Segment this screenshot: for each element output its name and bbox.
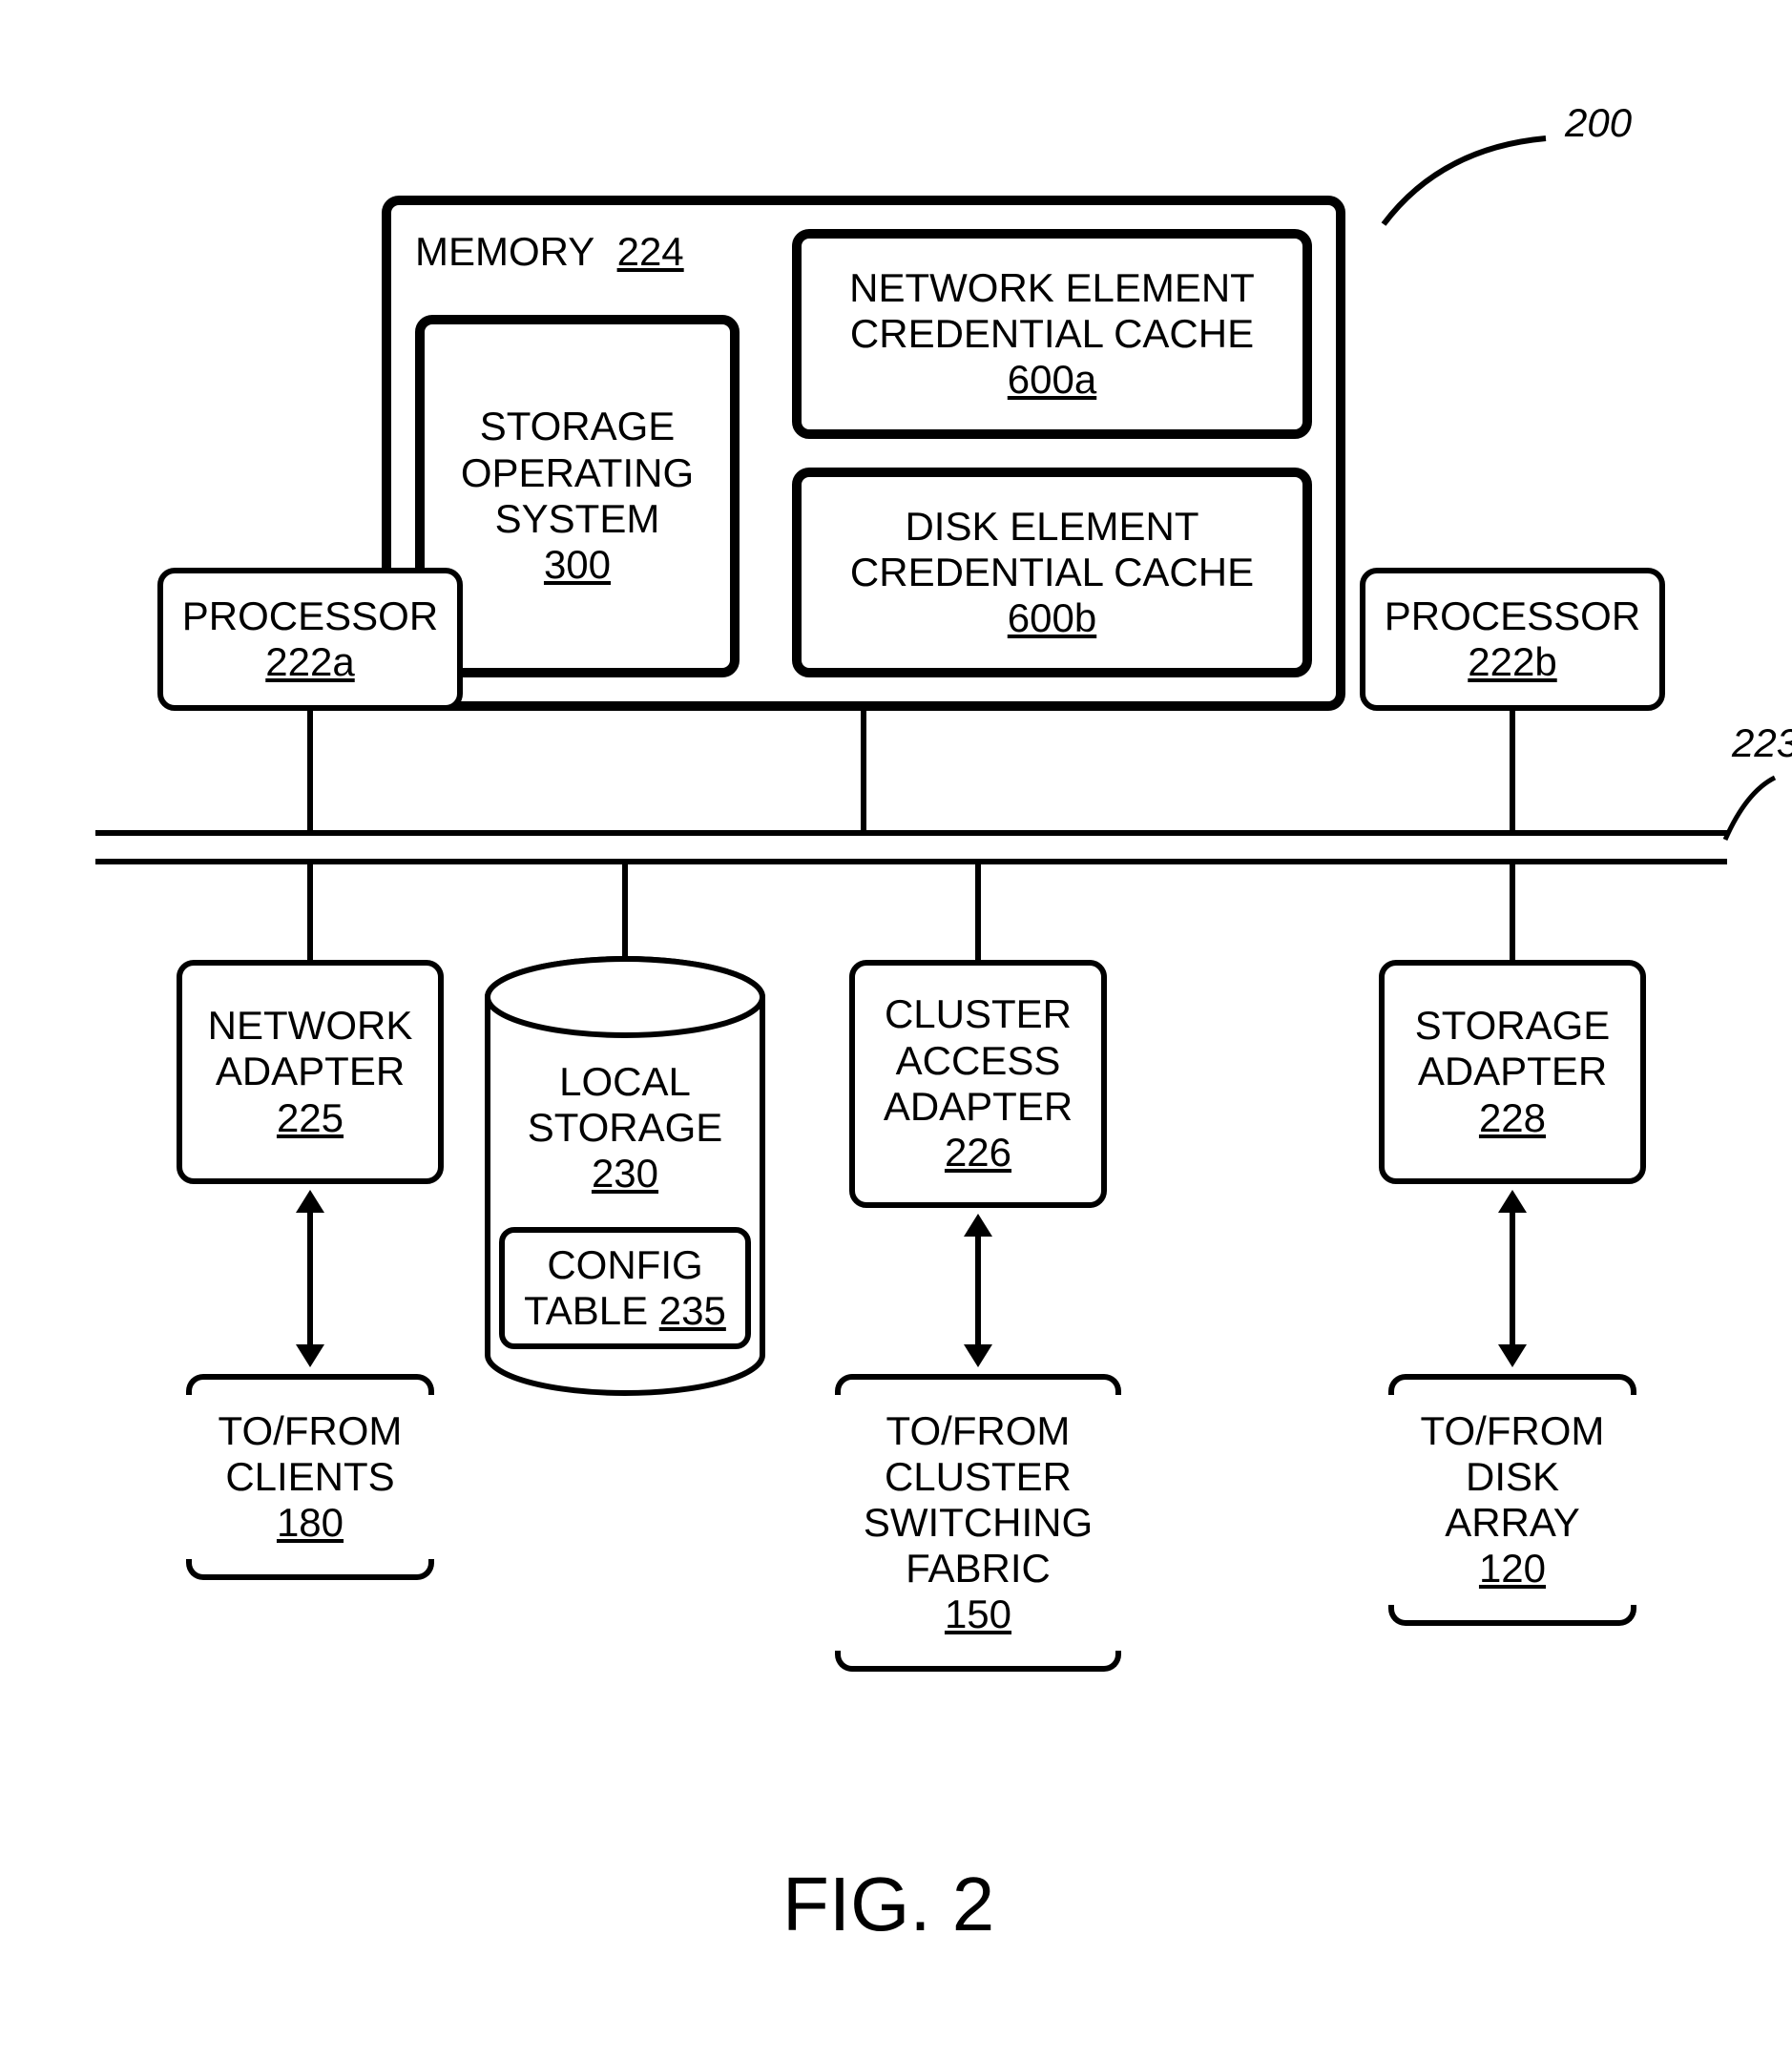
bus-line-top xyxy=(95,830,1727,836)
sos-l2: OPERATING xyxy=(461,450,694,496)
ls-ref: 230 xyxy=(592,1151,658,1196)
stub-storage xyxy=(1510,864,1515,960)
proc-b-ref: 222b xyxy=(1468,639,1556,685)
network-adapter-box: NETWORK ADAPTER 225 xyxy=(177,960,444,1184)
ref-200: 200 xyxy=(1565,100,1632,146)
proc-b-label: PROCESSOR xyxy=(1385,593,1640,639)
storage-adapter-box: STORAGE ADAPTER 228 xyxy=(1379,960,1646,1184)
ext-clients-l1: TO/FROM xyxy=(186,1408,434,1454)
stub-cluster xyxy=(975,864,981,960)
local-storage-cylinder: LOCAL STORAGE 230 CONFIG TABLE 235 xyxy=(482,954,768,1403)
stad-l1: STORAGE xyxy=(1415,1003,1611,1049)
clad-l1: CLUSTER xyxy=(885,991,1072,1037)
cfg-ref: 235 xyxy=(659,1288,726,1333)
arrow-cluster xyxy=(954,1212,1002,1369)
processor-a-box: PROCESSOR 222a xyxy=(157,568,463,711)
ext-fabric-l4: FABRIC xyxy=(835,1546,1121,1592)
ext-fabric-group: TO/FROM CLUSTER SWITCHING FABRIC 150 xyxy=(835,1374,1121,1672)
bus-ref-leader xyxy=(1718,763,1792,854)
storage-os-box: STORAGE OPERATING SYSTEM 300 xyxy=(415,315,740,677)
ext-disk-l2: DISK xyxy=(1388,1454,1636,1500)
netad-l1: NETWORK xyxy=(208,1003,413,1049)
processor-b-box: PROCESSOR 222b xyxy=(1360,568,1665,711)
memory-title-text: MEMORY xyxy=(415,229,594,274)
ls-l1: LOCAL xyxy=(559,1059,691,1105)
proc-a-ref: 222a xyxy=(265,639,354,685)
stub-local xyxy=(622,864,628,960)
arrow-network xyxy=(286,1188,334,1369)
ncache-ref: 600a xyxy=(1008,357,1096,403)
clad-ref: 226 xyxy=(945,1130,1011,1176)
ext-disk-ref: 120 xyxy=(1388,1546,1636,1592)
disk-cache-box: DISK ELEMENT CREDENTIAL CACHE 600b xyxy=(792,468,1312,677)
sos-ref: 300 xyxy=(544,542,611,588)
bus-line-bot xyxy=(95,859,1727,864)
ext-fabric-l3: SWITCHING xyxy=(835,1500,1121,1546)
arrow-storage xyxy=(1489,1188,1536,1369)
cluster-adapter-box: CLUSTER ACCESS ADAPTER 226 xyxy=(849,960,1107,1208)
ls-l2: STORAGE xyxy=(528,1105,723,1151)
ext-disk-group: TO/FROM DISK ARRAY 120 xyxy=(1388,1374,1636,1626)
ext-disk-l3: ARRAY xyxy=(1388,1500,1636,1546)
figure-label: FIG. 2 xyxy=(782,1861,994,1948)
ext-fabric-ref: 150 xyxy=(835,1592,1121,1637)
config-table-box: CONFIG TABLE 235 xyxy=(499,1227,751,1349)
dcache-l1: DISK ELEMENT xyxy=(905,504,1198,550)
ext-disk-l1: TO/FROM xyxy=(1388,1408,1636,1454)
netad-l2: ADAPTER xyxy=(216,1049,405,1094)
ext-clients-ref: 180 xyxy=(186,1500,434,1546)
stub-proc-a xyxy=(307,711,313,830)
ncache-l1: NETWORK ELEMENT xyxy=(849,265,1255,311)
cfg-l1: CONFIG xyxy=(547,1242,702,1287)
dcache-ref: 600b xyxy=(1008,595,1096,641)
stad-l2: ADAPTER xyxy=(1418,1049,1607,1094)
clad-l3: ADAPTER xyxy=(884,1084,1073,1130)
ext-fabric-l1: TO/FROM xyxy=(835,1408,1121,1454)
memory-title: MEMORY 224 xyxy=(415,229,684,275)
ref-200-leader xyxy=(1374,119,1594,239)
clad-l2: ACCESS xyxy=(896,1038,1061,1084)
network-cache-box: NETWORK ELEMENT CREDENTIAL CACHE 600a xyxy=(792,229,1312,439)
memory-ref: 224 xyxy=(617,229,684,274)
cfg-l2: TABLE xyxy=(524,1288,648,1333)
stad-ref: 228 xyxy=(1479,1095,1546,1141)
sos-l3: SYSTEM xyxy=(495,496,660,542)
ext-clients-group: TO/FROM CLIENTS 180 xyxy=(186,1374,434,1580)
ext-fabric-l2: CLUSTER xyxy=(835,1454,1121,1500)
bus-ref: 223 xyxy=(1732,720,1792,766)
stub-memory xyxy=(861,711,866,830)
ncache-l2: CREDENTIAL CACHE xyxy=(850,311,1254,357)
stub-net xyxy=(307,864,313,960)
stub-proc-b xyxy=(1510,711,1515,830)
netad-ref: 225 xyxy=(277,1095,344,1141)
sos-l1: STORAGE xyxy=(480,404,676,449)
dcache-l2: CREDENTIAL CACHE xyxy=(850,550,1254,595)
ext-clients-l2: CLIENTS xyxy=(186,1454,434,1500)
proc-a-label: PROCESSOR xyxy=(182,593,438,639)
